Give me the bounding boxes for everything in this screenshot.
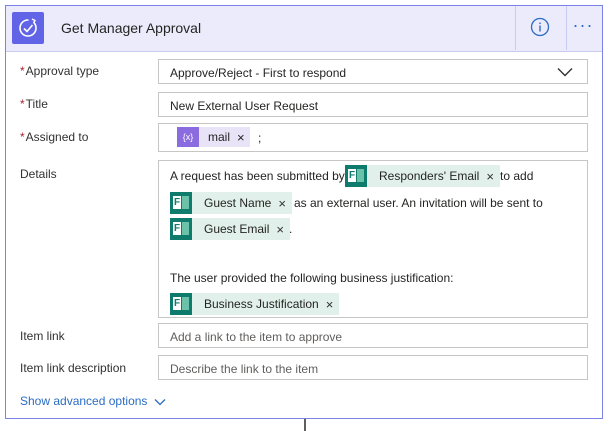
action-title[interactable]: Get Manager Approval <box>61 20 201 36</box>
forms-icon: F <box>170 293 192 315</box>
details-text-to-add: to add <box>500 169 534 183</box>
item-link-input[interactable]: Add a link to the item to approve <box>158 323 588 348</box>
remove-token-icon[interactable]: × <box>237 130 245 145</box>
approval-icon <box>12 12 44 44</box>
forms-icon: F <box>170 192 192 214</box>
title-value: New External User Request <box>170 99 319 113</box>
chevron-down-icon <box>154 398 166 406</box>
title-label: *Title <box>20 97 48 111</box>
flow-connector <box>304 419 306 431</box>
approval-type-label-text: Approval type <box>25 64 100 78</box>
token-label: Business Justification <box>204 297 319 311</box>
assigned-to-separator: ; <box>258 131 262 145</box>
mail-token[interactable]: {x} mail × <box>177 127 250 147</box>
title-label-text: Title <box>25 97 48 111</box>
approval-type-select[interactable]: Approve/Reject - First to respond <box>158 59 588 84</box>
details-text-line1: A request has been submitted by <box>170 169 345 183</box>
mail-token-label: mail <box>208 130 231 144</box>
required-mark: * <box>20 130 25 144</box>
item-link-description-placeholder: Describe the link to the item <box>170 362 319 376</box>
item-link-label: Item link <box>20 329 65 343</box>
assigned-to-input[interactable]: {x} mail × ; <box>158 123 588 152</box>
info-button[interactable] <box>515 6 567 50</box>
forms-icon: F <box>170 218 192 240</box>
details-period: . <box>289 222 293 236</box>
title-input[interactable]: New External User Request <box>158 92 588 117</box>
chevron-down-icon <box>557 68 573 77</box>
details-label: Details <box>20 167 57 181</box>
required-mark: * <box>20 97 25 111</box>
variable-icon: {x} <box>177 127 199 147</box>
assigned-to-label: *Assigned to <box>20 130 88 144</box>
approval-action-card: Get Manager Approval ··· *Approval type … <box>5 5 603 419</box>
remove-token-icon[interactable]: × <box>276 222 284 237</box>
dynamic-token-business-justification[interactable]: F Business Justification × <box>170 293 340 315</box>
dynamic-token-responders-email[interactable]: F Responders' Email × <box>345 165 500 187</box>
dynamic-token-guest-email[interactable]: F Guest Email × <box>170 218 290 240</box>
forms-icon: F <box>345 165 367 187</box>
required-mark: * <box>20 64 25 78</box>
show-advanced-options-link[interactable]: Show advanced options <box>20 394 166 408</box>
details-text-line2: as an external user. An invitation will … <box>294 196 543 210</box>
assigned-to-label-text: Assigned to <box>25 130 89 144</box>
remove-token-icon[interactable]: × <box>278 196 286 211</box>
item-link-description-input[interactable]: Describe the link to the item <box>158 355 588 380</box>
dynamic-token-guest-name[interactable]: F Guest Name × <box>170 192 292 214</box>
token-label: Guest Email <box>204 222 270 236</box>
remove-token-icon[interactable]: × <box>326 297 334 312</box>
show-advanced-options-label: Show advanced options <box>20 394 148 408</box>
details-text-line4: The user provided the following business… <box>170 271 454 285</box>
token-label: Responders' Email <box>379 169 480 183</box>
item-link-placeholder: Add a link to the item to approve <box>170 330 343 344</box>
details-editor[interactable]: A request has been submitted by F Respon… <box>158 160 588 318</box>
token-label: Guest Name <box>204 196 272 210</box>
more-options-button[interactable]: ··· <box>569 16 597 40</box>
card-header[interactable]: Get Manager Approval ··· <box>6 6 602 52</box>
remove-token-icon[interactable]: × <box>486 169 494 184</box>
info-icon <box>530 17 550 37</box>
approval-type-label: *Approval type <box>20 64 99 78</box>
item-link-description-label: Item link description <box>20 361 127 375</box>
approval-type-value: Approve/Reject - First to respond <box>170 66 347 80</box>
